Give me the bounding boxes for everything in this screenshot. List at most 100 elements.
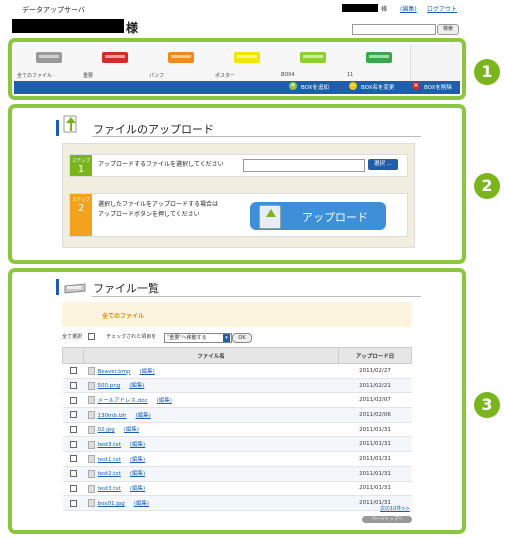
file-edit-link[interactable]: (編集) [129,383,144,389]
file-icon [87,440,95,449]
box-tab-important[interactable]: 重要 [80,44,147,81]
box-label: 全てのファイル [17,73,53,79]
file-path-input[interactable] [243,159,365,172]
delete-box-button[interactable]: BOXを削除 [424,83,452,91]
step1-tag: ステップ 1 [70,155,92,176]
box-yellow-icon [234,52,260,63]
box-green-icon [366,52,392,63]
logout-link[interactable]: ログアウト [427,4,457,13]
file-edit-link[interactable]: (編集) [136,413,151,419]
file-edit-link[interactable]: (編集) [130,457,145,463]
page-top-button[interactable]: ページトップへ [362,516,412,523]
table-row: メールアドレス.doc (編集) 2011/02/07 [62,392,412,409]
upload-file-icon [259,205,281,229]
row-checkbox[interactable] [69,455,77,463]
file-list-section-title: ファイル一覧 [93,282,159,295]
chevron-down-icon: ▾ [223,334,230,342]
file-name-link[interactable]: メールアドレス.doc [98,398,148,404]
table-row: test3.txt (編集) 2011/01/31 [62,436,412,453]
add-box-button[interactable]: BOXを追加 [301,83,329,91]
search-input[interactable] [352,24,436,35]
checkbox-column-header [62,347,84,364]
box-label: 11 [347,72,354,78]
file-edit-link[interactable]: (編集) [134,501,149,507]
file-name-link[interactable]: test1.txt [98,457,121,463]
row-checkbox[interactable] [69,440,77,448]
file-edit-link[interactable]: (編集) [130,471,145,477]
file-select-button[interactable]: 選択 ... [368,159,398,170]
divider [92,136,421,137]
file-name-link[interactable]: test3.txt [98,486,121,492]
step-number: 2 [77,203,85,214]
marker-3: 3 [474,392,500,418]
move-label: チェックされた項目を [106,334,157,340]
table-row: 02.jpg (編集) 2011/01/31 [62,422,412,438]
upload-date: 2011/01/31 [338,422,412,438]
row-checkbox[interactable] [69,499,77,507]
row-checkbox[interactable] [69,382,77,390]
row-checkbox[interactable] [69,396,77,404]
file-name-link[interactable]: 130mb.lzh [98,413,127,419]
row-checkbox[interactable] [69,470,77,478]
file-name-link[interactable]: test2.txt [98,471,121,477]
upload-button[interactable]: アップロード [250,202,386,230]
add-icon: + [289,82,297,90]
ok-button[interactable]: OK [232,333,252,343]
file-edit-link[interactable]: (編集) [130,442,145,448]
date-column-header: アップロード日 [338,347,412,364]
marker-2: 2 [474,173,500,199]
edit-account-link[interactable]: (編集) [400,4,417,13]
user-honorific: 様 [126,21,139,35]
next-page-link[interactable]: 次の10件>> [380,505,410,512]
step2-box: ステップ 2 選択したファイルをアップロードする場合は アップロードボタンを押し… [69,193,408,237]
redacted-user-name [12,19,124,33]
box-gray-icon [36,52,62,63]
rename-icon: − [349,82,357,90]
file-name-link[interactable]: 500.png [98,383,121,389]
file-edit-link[interactable]: (編集) [140,369,155,375]
file-edit-link[interactable]: (編集) [157,398,172,404]
upload-date: 2011/02/21 [338,378,412,394]
row-checkbox[interactable] [69,426,77,434]
file-icon [87,381,95,390]
move-target-select[interactable]: "重要"へ移動する ▾ [164,333,232,343]
select-all-checkbox[interactable] [87,333,95,340]
current-box-label: 全てのファイル [102,313,145,320]
box-tab-box4[interactable]: BOX4 [278,44,345,81]
upload-date: 2011/01/31 [338,481,412,497]
box-label: パンフ [149,73,165,79]
upload-date: 2011/02/06 [338,407,412,423]
upload-date: 2011/01/31 [338,436,412,453]
box-action-bar: + BOXを追加 − BOX名を変更 × BOXを削除 [14,81,460,94]
box-label: ポスター [215,73,236,79]
row-checkbox[interactable] [69,411,77,419]
search-button[interactable]: 検索 [437,24,459,35]
rename-box-button[interactable]: BOX名を変更 [361,83,394,91]
file-name-link[interactable]: 02.jpg [98,427,115,433]
file-edit-link[interactable]: (編集) [124,427,139,433]
table-row: test3.txt (編集) 2011/01/31 [62,481,412,497]
step1-text: アップロードするファイルを選択してください [98,161,224,168]
upload-button-label: アップロード [302,211,368,224]
box-label: 重要 [83,73,94,79]
file-icon [87,469,95,478]
box-tab-pamphlet[interactable]: パンフ [146,44,213,81]
table-row: Beaver.bmp (編集) 2011/02/27 [62,363,412,379]
box-tab-poster[interactable]: ポスター [212,44,279,81]
box-orange-icon [168,52,194,63]
box-tab-11[interactable]: 11 [344,44,411,81]
move-target-value: "重要"へ移動する [167,335,207,341]
file-name-link[interactable]: Beaver.bmp [98,369,131,375]
file-icon [87,425,95,434]
marker-1: 1 [474,59,500,85]
row-checkbox[interactable] [69,367,77,375]
file-edit-link[interactable]: (編集) [130,486,145,492]
row-checkbox[interactable] [69,484,77,492]
file-name-link[interactable]: test3.txt [98,442,121,448]
table-row: test2.txt (編集) 2011/01/31 [62,466,412,482]
current-box-header: 全てのファイル [62,302,411,327]
box-tab-all-files[interactable]: 全てのファイル [14,44,81,81]
section-marker [56,279,59,295]
file-name-link[interactable]: box01.jpg [98,501,125,507]
file-icon [87,367,95,376]
